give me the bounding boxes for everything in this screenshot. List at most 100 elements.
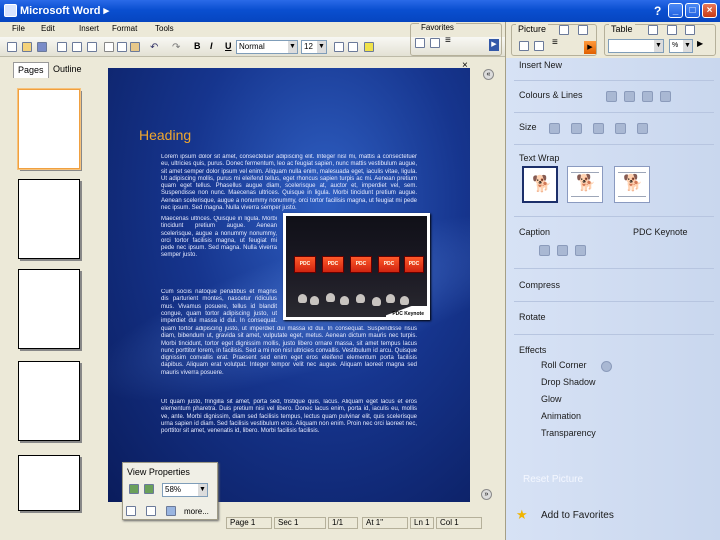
tab-outline[interactable]: Outline: [49, 62, 86, 78]
highlight-icon[interactable]: [364, 42, 374, 52]
picture-more-button[interactable]: ▶: [584, 41, 596, 54]
print-icon[interactable]: [57, 42, 67, 52]
help-icon[interactable]: ?: [654, 4, 661, 18]
compress-link[interactable]: Compress: [519, 280, 560, 290]
page-thumbnail[interactable]: [18, 179, 80, 259]
insert-new-link[interactable]: Insert New: [519, 60, 562, 70]
page-thumbnail[interactable]: [18, 269, 80, 349]
picture-view-2-icon[interactable]: [534, 41, 544, 51]
minimize-icon[interactable]: _: [668, 3, 683, 18]
paste-icon[interactable]: [130, 42, 140, 52]
line-style-4-button[interactable]: [660, 91, 671, 102]
app-icon[interactable]: [4, 4, 17, 17]
roll-corner-toggle[interactable]: [601, 361, 612, 372]
paragraph-1[interactable]: Lorem ipsum dolor sit amet, consectetuer…: [161, 154, 417, 216]
view-normal-icon[interactable]: [129, 484, 139, 494]
line-style-2-button[interactable]: [624, 91, 635, 102]
menu-edit[interactable]: Edit: [41, 24, 55, 33]
line-style-1-button[interactable]: [606, 91, 617, 102]
open-folder-icon[interactable]: [22, 42, 32, 52]
table-merge-icon[interactable]: [685, 25, 695, 35]
paragraph-3[interactable]: Ut quam justo, fringilla sit amet, porta…: [161, 399, 417, 451]
table-insert-icon[interactable]: [648, 25, 658, 35]
print-preview-icon[interactable]: [72, 42, 82, 52]
view-2-icon[interactable]: [146, 506, 156, 516]
view-properties-title: View Properties: [127, 467, 190, 477]
zoom-select[interactable]: 58% ▼: [162, 483, 208, 497]
line-style-3-button[interactable]: [642, 91, 653, 102]
effect-animation[interactable]: Animation: [541, 411, 581, 421]
table-delete-icon[interactable]: [667, 25, 677, 35]
wrap-tight-button[interactable]: 🐕: [614, 166, 650, 203]
size-2-button[interactable]: [571, 123, 582, 134]
wrap-inline-button[interactable]: 🐕: [522, 166, 558, 203]
favorite-1-icon[interactable]: [415, 38, 425, 48]
align-icon[interactable]: [334, 42, 344, 52]
underline-button[interactable]: U: [225, 41, 232, 51]
menu-file[interactable]: File: [12, 24, 25, 33]
save-icon[interactable]: [37, 42, 47, 52]
caption-pos-1-button[interactable]: [539, 245, 550, 256]
add-to-favorites-button[interactable]: Add to Favorites: [541, 510, 614, 521]
favorite-2-icon[interactable]: [430, 38, 440, 48]
picture-delete-icon[interactable]: [578, 25, 588, 35]
caption-pos-3-button[interactable]: [575, 245, 586, 256]
table-zoom-select[interactable]: % ▼: [669, 39, 693, 53]
copy-icon[interactable]: [117, 42, 127, 52]
size-5-button[interactable]: [637, 123, 648, 134]
rotate-link[interactable]: Rotate: [519, 312, 546, 322]
page-heading[interactable]: Heading: [139, 127, 191, 143]
effect-roll-corner[interactable]: Roll Corner: [541, 360, 587, 370]
page-thumbnail[interactable]: [18, 455, 80, 511]
page-thumbnail[interactable]: [18, 361, 80, 441]
menu-insert[interactable]: Insert: [79, 24, 99, 33]
close-document-icon[interactable]: ×: [462, 60, 468, 71]
italic-button[interactable]: I: [210, 41, 213, 51]
picture-lines-icon[interactable]: ≡: [552, 38, 562, 50]
font-size-select[interactable]: 12 ▼: [301, 40, 327, 54]
star-icon[interactable]: ★: [516, 507, 528, 523]
size-3-button[interactable]: [593, 123, 604, 134]
cut-icon[interactable]: [104, 42, 114, 52]
paragraph-2-continued[interactable]: quam tortor adipiscing justo, ut imperdi…: [161, 326, 417, 390]
document-page[interactable]: Heading Lorem ipsum dolor sit amet, cons…: [108, 68, 470, 502]
table-style-select[interactable]: ▼: [608, 39, 664, 53]
style-select[interactable]: Normal ▼: [236, 40, 298, 54]
keynote-photo[interactable]: PDC PDC PDC PDC PDC PDC Keynote: [283, 213, 430, 320]
view-layout-icon[interactable]: [144, 484, 154, 494]
menu-format[interactable]: Format: [112, 24, 137, 33]
style-value: Normal: [239, 42, 265, 51]
view-more-link[interactable]: more...: [184, 507, 209, 516]
caption-value[interactable]: PDC Keynote: [633, 227, 688, 237]
size-1-button[interactable]: [549, 123, 560, 134]
undo-icon[interactable]: ↶: [150, 42, 160, 53]
indent-icon[interactable]: [348, 42, 358, 52]
view-1-icon[interactable]: [126, 506, 136, 516]
scroll-down-icon[interactable]: »: [481, 489, 492, 500]
scroll-up-icon[interactable]: «: [483, 69, 494, 80]
picture-view-1-icon[interactable]: [519, 41, 529, 51]
tab-pages[interactable]: Pages: [13, 62, 49, 78]
close-icon[interactable]: ×: [702, 3, 717, 18]
table-more-icon[interactable]: ▶: [697, 39, 707, 49]
bold-button[interactable]: B: [194, 41, 201, 51]
effect-transparency[interactable]: Transparency: [541, 428, 596, 438]
spelling-icon[interactable]: [87, 42, 97, 52]
favorite-3-icon[interactable]: ≡: [445, 36, 455, 48]
new-doc-icon[interactable]: [7, 42, 17, 52]
caption-pos-2-button[interactable]: [557, 245, 568, 256]
effect-glow[interactable]: Glow: [541, 394, 562, 404]
effect-drop-shadow[interactable]: Drop Shadow: [541, 377, 596, 387]
paragraph-2[interactable]: Cum sociis natoque penatibus et magnis d…: [161, 289, 277, 325]
reset-picture-button[interactable]: Reset Picture: [523, 474, 583, 485]
maximize-icon[interactable]: □: [685, 3, 700, 18]
paragraph-1-continued[interactable]: Maecenas ultrices. Quisque in ligula. Mo…: [161, 216, 277, 280]
redo-icon[interactable]: ↷: [172, 42, 182, 53]
size-4-button[interactable]: [615, 123, 626, 134]
view-3-icon[interactable]: [166, 506, 176, 516]
menu-tools[interactable]: Tools: [155, 24, 174, 33]
wrap-square-button[interactable]: 🐕: [567, 166, 603, 203]
favorites-more-button[interactable]: ▶: [489, 39, 499, 51]
page-thumbnail[interactable]: [18, 89, 80, 169]
picture-tool-icon[interactable]: [559, 25, 569, 35]
